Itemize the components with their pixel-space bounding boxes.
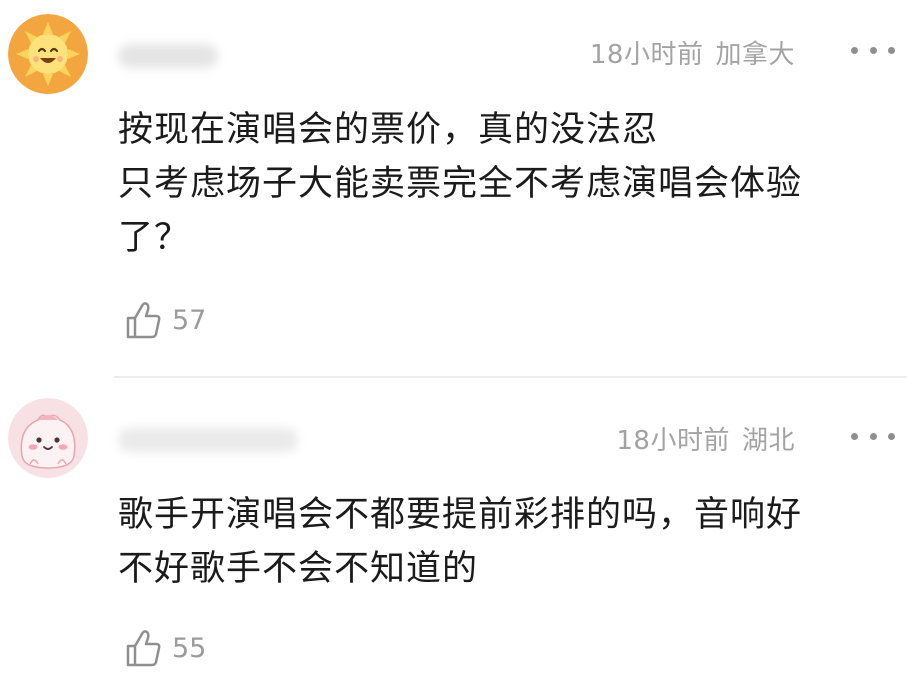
like-count: 55 xyxy=(172,632,207,664)
comment-location: 加拿大 xyxy=(715,40,795,70)
comment-time: 18小时前 xyxy=(616,426,730,456)
thumbs-up-icon xyxy=(126,302,161,339)
comment-text: 歌手开演唱会不都要提前彩排的吗，音响好 不好歌手不会不知道的 xyxy=(118,488,898,596)
like-count: 57 xyxy=(172,304,207,336)
comment-location: 湖北 xyxy=(741,426,795,456)
comment-line: 不好歌手不会不知道的 xyxy=(118,549,479,589)
pink-blob-face-icon xyxy=(8,398,88,478)
comment-line: 歌手开演唱会不都要提前彩排的吗，音响好 xyxy=(118,495,803,535)
comment-text: 按现在演唱会的票价，真的没法忍 只考虑场子大能卖票完全不考虑演唱会体验 了？ xyxy=(118,103,898,265)
more-options-icon[interactable] xyxy=(851,430,895,442)
divider xyxy=(114,376,907,378)
username-blurred[interactable] xyxy=(118,44,218,68)
comment-line: 只考虑场子大能卖票完全不考虑演唱会体验 xyxy=(118,164,803,204)
comment-time: 18小时前 xyxy=(589,40,704,70)
sun-face-icon xyxy=(8,14,88,94)
comment-meta: 18小时前 加拿大 xyxy=(590,34,795,71)
more-options-icon[interactable] xyxy=(851,44,895,56)
username-blurred[interactable] xyxy=(118,428,298,452)
comment-meta: 18小时前 湖北 xyxy=(616,420,795,457)
avatar[interactable] xyxy=(8,14,88,94)
avatar[interactable] xyxy=(8,398,88,478)
like-button[interactable]: 57 xyxy=(124,300,206,340)
thumbs-up-icon xyxy=(126,630,161,667)
like-button[interactable]: 55 xyxy=(124,628,206,668)
comment-line: 了？ xyxy=(118,218,191,258)
comment-line: 按现在演唱会的票价，真的没法忍 xyxy=(118,110,659,150)
